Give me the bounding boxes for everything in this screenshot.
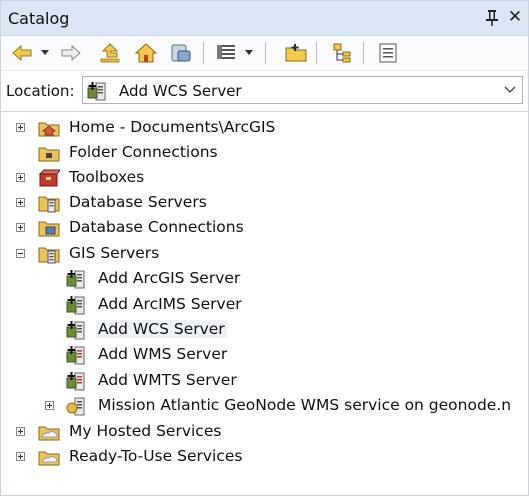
server-add-icon xyxy=(87,82,106,101)
expand-icon[interactable] xyxy=(16,427,25,436)
database-connection-icon xyxy=(38,217,60,239)
tree-item-label: GIS Servers xyxy=(69,244,160,262)
back-dropdown-icon[interactable] xyxy=(41,50,49,56)
toolbar-separator xyxy=(316,42,317,64)
add-server-icon xyxy=(66,319,88,341)
tree-item-label: Add WMS Server xyxy=(98,345,228,363)
gis-server-folder-icon xyxy=(38,243,60,265)
forward-icon[interactable] xyxy=(59,41,83,65)
view-dropdown-icon[interactable] xyxy=(245,50,253,56)
tree-item-add-wms-server[interactable]: Add WMS Server xyxy=(1,343,528,367)
add-server-icon xyxy=(66,344,88,366)
database-server-icon xyxy=(38,192,60,214)
chevron-down-icon[interactable] xyxy=(504,85,516,95)
tree-item-gis-servers[interactable]: GIS Servers xyxy=(1,242,528,266)
pin-icon[interactable] xyxy=(485,9,499,27)
expand-icon[interactable] xyxy=(16,452,25,461)
tree-item-ready-to-use-services[interactable]: Ready-To-Use Services xyxy=(1,445,528,469)
connect-folder-icon[interactable] xyxy=(284,41,308,65)
location-combobox[interactable]: Add WCS Server xyxy=(82,76,523,104)
tree-item-label: Ready-To-Use Services xyxy=(69,447,243,465)
expand-icon[interactable] xyxy=(16,173,25,182)
ready-to-use-folder-icon xyxy=(38,446,60,468)
window-title: Catalog xyxy=(8,9,70,28)
folder-connection-icon xyxy=(38,142,60,164)
tree-item-my-hosted-services[interactable]: My Hosted Services xyxy=(1,420,528,444)
tree-item-label: Toolboxes xyxy=(69,168,145,186)
tree-item-label: Database Connections xyxy=(69,218,244,236)
close-icon[interactable]: ✕ xyxy=(506,7,524,27)
toolbar-separator xyxy=(363,42,364,64)
add-server-icon xyxy=(66,294,88,316)
tree-item-home[interactable]: Home - Documents\ArcGIS xyxy=(1,116,528,140)
tree-item-toolboxes[interactable]: Toolboxes xyxy=(1,166,528,190)
home-folder-icon xyxy=(38,117,60,139)
tree-item-database-connections[interactable]: Database Connections xyxy=(1,216,528,240)
tree-item-database-servers[interactable]: Database Servers xyxy=(1,191,528,215)
location-bar: Location: Add WCS Server xyxy=(1,73,528,109)
toolbar-separator xyxy=(265,42,266,64)
tree-item-label: Database Servers xyxy=(69,193,207,211)
tree-item-folder-connections[interactable]: Folder Connections xyxy=(1,141,528,165)
location-label: Location: xyxy=(6,82,75,100)
tree-item-label: Add WMTS Server xyxy=(98,371,237,389)
expand-icon[interactable] xyxy=(16,198,25,207)
tree-item-mission-atlantic-wms[interactable]: Mission Atlantic GeoNode WMS service on … xyxy=(1,394,528,418)
home-icon[interactable] xyxy=(134,41,158,65)
options-icon[interactable] xyxy=(376,41,400,65)
up-one-level-icon[interactable] xyxy=(98,41,122,65)
toggle-contents-icon[interactable] xyxy=(331,41,355,65)
tree-item-label: Mission Atlantic GeoNode WMS service on … xyxy=(98,396,512,414)
add-server-icon xyxy=(66,370,88,392)
tree-item-add-arcims-server[interactable]: Add ArcIMS Server xyxy=(1,293,528,317)
back-icon[interactable] xyxy=(10,41,34,65)
connect-icon[interactable] xyxy=(169,41,193,65)
location-value: Add WCS Server xyxy=(119,82,242,100)
add-server-icon xyxy=(66,268,88,290)
catalog-window: Catalog ✕ Location: Add WCS Server Home … xyxy=(0,0,529,496)
expand-icon[interactable] xyxy=(45,401,54,410)
expand-icon[interactable] xyxy=(16,123,25,132)
tree-item-label-selected: Add WCS Server xyxy=(96,320,227,338)
catalog-tree: Home - Documents\ArcGIS Folder Connectio… xyxy=(1,111,528,495)
wms-service-icon xyxy=(66,395,88,417)
toolbar xyxy=(1,36,528,71)
tree-item-label: Folder Connections xyxy=(69,143,218,161)
tree-item-add-wmts-server[interactable]: Add WMTS Server xyxy=(1,369,528,393)
expand-icon[interactable] xyxy=(16,223,25,232)
tree-item-label: My Hosted Services xyxy=(69,422,222,440)
tree-item-add-arcgis-server[interactable]: Add ArcGIS Server xyxy=(1,267,528,291)
title-bar: Catalog ✕ xyxy=(1,1,528,36)
toolbar-separator xyxy=(203,42,204,64)
tree-item-label: Home - Documents\ArcGIS xyxy=(69,118,276,136)
view-icon[interactable] xyxy=(214,41,238,65)
hosted-services-folder-icon xyxy=(38,421,60,443)
tree-item-label: Add ArcIMS Server xyxy=(98,295,242,313)
toolbox-icon xyxy=(38,167,60,189)
collapse-icon[interactable] xyxy=(16,249,25,258)
tree-item-add-wcs-server[interactable]: Add WCS Server xyxy=(1,318,528,342)
tree-item-label: Add ArcGIS Server xyxy=(98,269,241,287)
